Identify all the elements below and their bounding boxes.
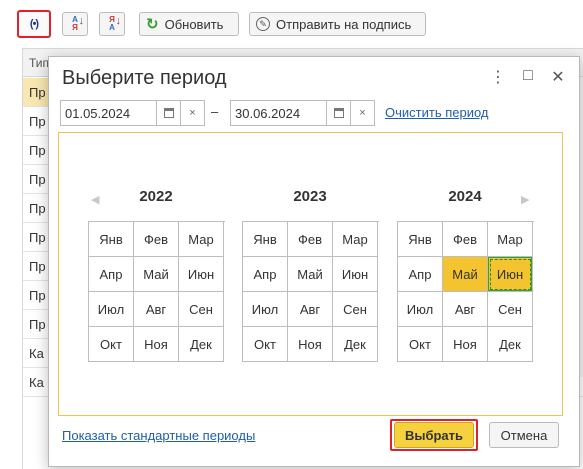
signature-icon: ✎: [256, 17, 270, 31]
select-button[interactable]: Выбрать: [394, 422, 474, 448]
end-date-field: 30.06.2024 ×: [230, 100, 375, 126]
send-for-signature-label: Отправить на подпись: [276, 16, 412, 32]
month-picker-panel: ◀ ▶ 2022 2023 2024 Янв Фев Мар Апр Май И…: [58, 132, 563, 416]
month-cell[interactable]: Апр: [243, 257, 288, 292]
month-cell[interactable]: Дек: [333, 327, 378, 362]
month-cell[interactable]: Дек: [179, 327, 224, 362]
month-cell[interactable]: Авг: [134, 292, 179, 327]
row-cell: Пр: [29, 143, 46, 158]
month-cell[interactable]: Янв: [243, 222, 288, 257]
row-cell: Ка: [29, 375, 44, 390]
month-cell[interactable]: Сен: [488, 292, 533, 327]
month-cell[interactable]: Сен: [333, 292, 378, 327]
month-cell[interactable]: Июл: [398, 292, 443, 327]
month-cell[interactable]: Мар: [488, 222, 533, 257]
row-cell: Пр: [29, 317, 46, 332]
row-cell: Пр: [29, 288, 46, 303]
month-cell-selected-focused[interactable]: Июн: [488, 257, 533, 292]
month-cell[interactable]: Янв: [89, 222, 134, 257]
refresh-icon: ↻: [146, 16, 159, 33]
sort-descending-button[interactable]: Я А ↓: [99, 12, 125, 36]
month-cell[interactable]: Ноя: [288, 327, 333, 362]
send-for-signature-button[interactable]: ✎ Отправить на подпись: [249, 12, 426, 36]
clear-period-link[interactable]: Очистить период: [385, 105, 489, 120]
month-cell[interactable]: Сен: [179, 292, 224, 327]
month-cell[interactable]: Ноя: [443, 327, 488, 362]
month-cell[interactable]: Фев: [134, 222, 179, 257]
range-separator: –: [211, 104, 219, 119]
month-grid-2022: Янв Фев Мар Апр Май Июн Июл Авг Сен Окт …: [88, 221, 225, 362]
month-cell[interactable]: Апр: [398, 257, 443, 292]
month-cell[interactable]: Фев: [288, 222, 333, 257]
month-cell[interactable]: Июл: [89, 292, 134, 327]
calendar-icon: [163, 108, 174, 118]
start-date-input[interactable]: 01.05.2024: [61, 101, 156, 125]
select-period-dialog: Выберите период ⋮ □ ✕ 01.05.2024 × – 30.…: [48, 56, 580, 467]
close-icon[interactable]: ✕: [549, 67, 567, 87]
end-date-input[interactable]: 30.06.2024: [231, 101, 326, 125]
more-menu-icon[interactable]: ⋮: [489, 67, 507, 87]
maximize-icon[interactable]: □: [519, 67, 537, 85]
month-grid-2023: Янв Фев Мар Апр Май Июн Июл Авг Сен Окт …: [242, 221, 379, 362]
month-cell[interactable]: Янв: [398, 222, 443, 257]
month-cell[interactable]: Окт: [398, 327, 443, 362]
row-cell: Пр: [29, 114, 46, 129]
row-cell: Пр: [29, 230, 46, 245]
month-cell[interactable]: Дек: [488, 327, 533, 362]
month-cell[interactable]: Июн: [179, 257, 224, 292]
row-cell: Пр: [29, 259, 46, 274]
toolbar: (•) А Я ↓ Я А ↓ ↻ Обновить ✎ Отправить на по…: [0, 0, 583, 48]
calendar-icon: [333, 108, 344, 118]
end-date-calendar-button[interactable]: [326, 101, 350, 125]
broadcast-button[interactable]: (•): [17, 10, 51, 38]
year-label: 2022: [139, 188, 173, 205]
month-cell-selected[interactable]: Май: [443, 257, 488, 292]
month-cell[interactable]: Ноя: [134, 327, 179, 362]
year-label: 2024: [448, 188, 482, 205]
month-cell[interactable]: Апр: [89, 257, 134, 292]
row-cell: Пр: [29, 85, 46, 100]
month-cell[interactable]: Мар: [179, 222, 224, 257]
year-label: 2023: [293, 188, 327, 205]
month-cell[interactable]: Окт: [243, 327, 288, 362]
month-grid-2024: Янв Фев Мар Апр Май Июн Июл Авг Сен Окт …: [397, 221, 534, 362]
broadcast-icon: (•): [29, 18, 39, 30]
row-cell: Пр: [29, 201, 46, 216]
month-cell[interactable]: Июн: [333, 257, 378, 292]
dialog-title: Выберите период: [62, 67, 227, 89]
month-cell[interactable]: Авг: [443, 292, 488, 327]
row-cell: Пр: [29, 172, 46, 187]
month-cell[interactable]: Окт: [89, 327, 134, 362]
refresh-label: Обновить: [164, 16, 224, 32]
month-cell[interactable]: Май: [288, 257, 333, 292]
row-cell: Ка: [29, 346, 44, 361]
sort-ascending-button[interactable]: А Я ↓: [62, 12, 88, 36]
month-cell[interactable]: Июл: [243, 292, 288, 327]
show-standard-periods-link[interactable]: Показать стандартные периоды: [62, 428, 255, 443]
sort-za-icon: Я А ↓: [109, 15, 121, 32]
column-header-type[interactable]: Тип: [29, 56, 49, 70]
cancel-button[interactable]: Отмена: [489, 422, 559, 448]
start-date-clear-button[interactable]: ×: [180, 101, 204, 125]
end-date-clear-button[interactable]: ×: [350, 101, 374, 125]
month-cell[interactable]: Авг: [288, 292, 333, 327]
month-cell[interactable]: Мар: [333, 222, 378, 257]
sort-az-icon: А Я ↓: [72, 15, 84, 32]
refresh-button[interactable]: ↻ Обновить: [139, 12, 239, 36]
month-cell[interactable]: Май: [134, 257, 179, 292]
start-date-calendar-button[interactable]: [156, 101, 180, 125]
start-date-field: 01.05.2024 ×: [60, 100, 205, 126]
month-cell[interactable]: Фев: [443, 222, 488, 257]
